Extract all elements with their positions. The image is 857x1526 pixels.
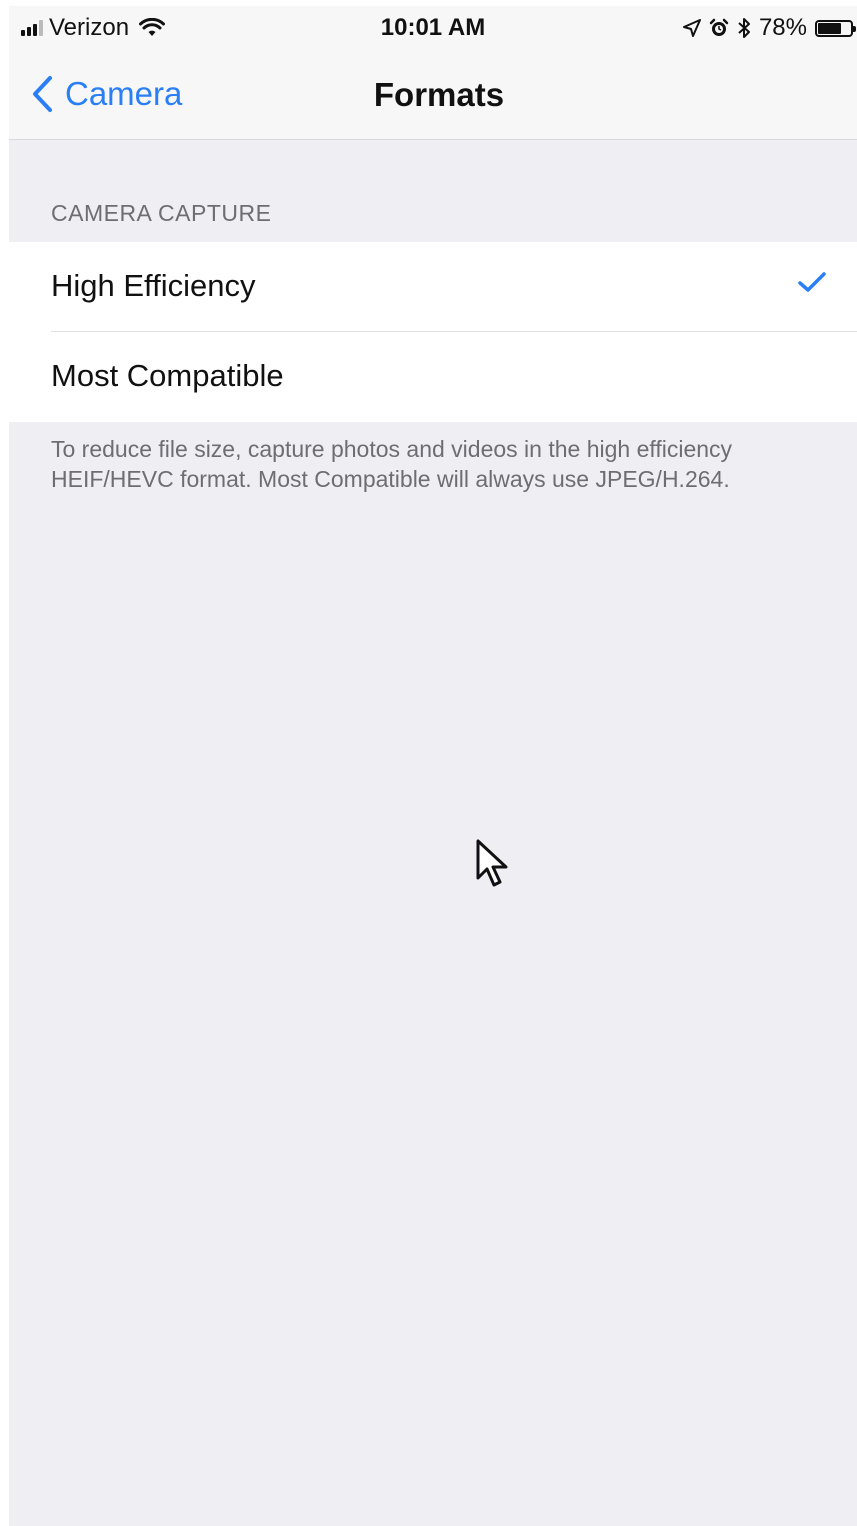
checkmark-icon [798,272,826,292]
format-options-group: High Efficiency Most Compatible [9,242,857,422]
battery-fill [818,22,842,34]
section-footer-note: To reduce file size, capture photos and … [51,436,733,492]
page-title: Formats [373,76,505,113]
option-most-compatible[interactable]: Most Compatible [9,332,857,422]
battery-icon [815,19,856,37]
bluetooth-icon [738,18,750,38]
option-label: Most Compatible [51,358,284,393]
battery-percent: 78% [758,14,807,41]
section-header: CAMERA CAPTURE [51,200,272,226]
status-right: 78% [675,14,856,42]
location-icon [682,19,701,37]
status-bar: Verizon 10:01 AM 78% [9,6,857,50]
navigation-bar: Camera Formats [9,50,857,140]
option-label: High Efficiency [51,268,256,303]
settings-screen: Verizon 10:01 AM 78% Camera Formats CAME… [9,6,857,1526]
alarm-icon [709,18,729,36]
mouse-cursor-icon [476,839,508,887]
option-high-efficiency[interactable]: High Efficiency [9,242,857,332]
